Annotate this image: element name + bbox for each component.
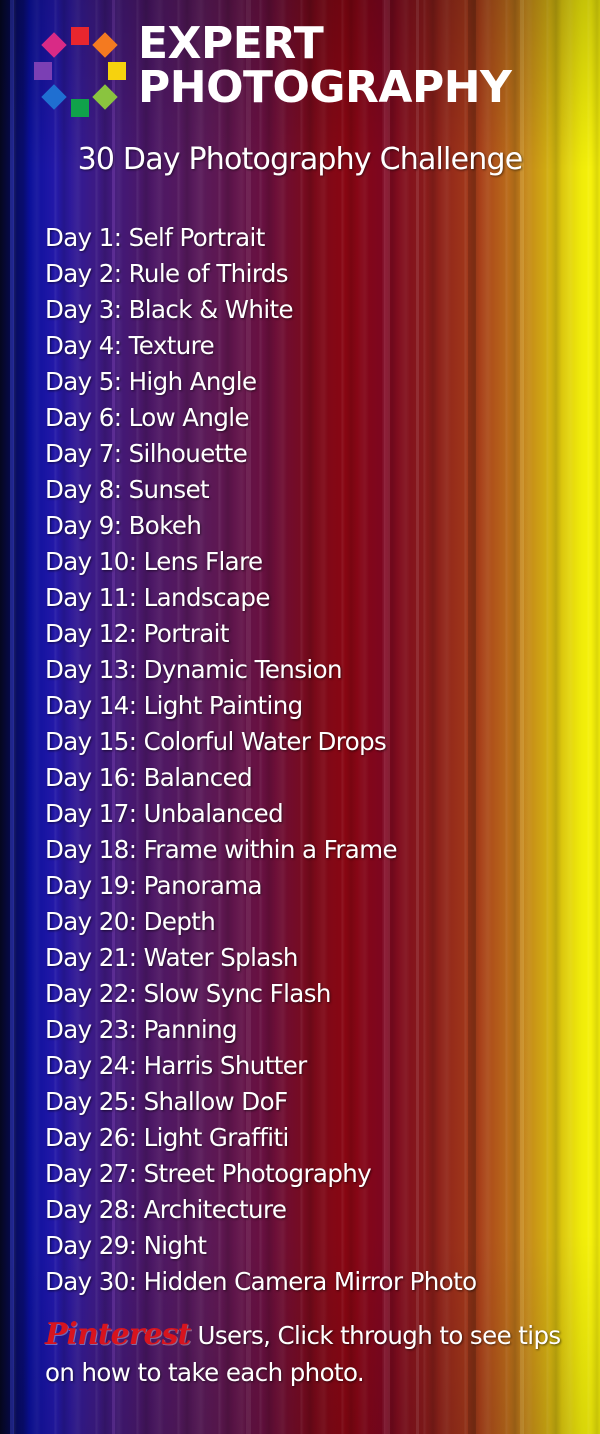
challenge-list: Day 1: Self Portrait Day 2: Rule of Third…: [45, 220, 477, 1300]
logo-square: [34, 62, 52, 80]
logo-square: [71, 99, 89, 117]
challenge-day-item: Day 1: Self Portrait: [45, 223, 265, 252]
challenge-day-item: Day 22: Slow Sync Flash: [45, 979, 331, 1008]
logo-square: [41, 84, 67, 110]
footer-note: Pinterest Users, Click through to see ti…: [45, 1316, 565, 1391]
challenge-day-item: Day 27: Street Photography: [45, 1159, 372, 1188]
challenge-day-item: Day 19: Panorama: [45, 871, 263, 900]
challenge-day-item: Day 14: Light Painting: [45, 691, 303, 720]
brand-line-2: PHOTOGRAPHY: [138, 62, 512, 113]
challenge-day-item: Day 15: Colorful Water Drops: [45, 727, 387, 756]
challenge-day-item: Day 12: Portrait: [45, 619, 229, 648]
challenge-day-item: Day 4: Texture: [45, 331, 215, 360]
challenge-day-item: Day 10: Lens Flare: [45, 547, 263, 576]
page-title: 30 Day Photography Challenge: [77, 142, 524, 177]
challenge-day-item: Day 30: Hidden Camera Mirror Photo: [45, 1267, 477, 1296]
challenge-day-item: Day 28: Architecture: [45, 1195, 287, 1224]
logo-square: [108, 62, 126, 80]
logo-square: [92, 84, 118, 110]
pinterest-logo[interactable]: Pinterest: [45, 1317, 191, 1352]
challenge-day-item: Day 25: Shallow DoF: [45, 1087, 288, 1116]
challenge-day-item: Day 29: Night: [45, 1231, 207, 1260]
challenge-day-item: Day 5: High Angle: [45, 367, 257, 396]
challenge-day-item: Day 6: Low Angle: [45, 403, 250, 432]
challenge-day-item: Day 7: Silhouette: [45, 439, 248, 468]
background-streak: [520, 0, 524, 1434]
challenge-day-item: Day 18: Frame within a Frame: [45, 835, 398, 864]
challenge-day-item: Day 20: Depth: [45, 907, 216, 936]
challenge-day-item: Day 9: Bokeh: [45, 511, 202, 540]
challenge-day-item: Day 13: Dynamic Tension: [45, 655, 343, 684]
logo-square: [71, 27, 89, 45]
challenge-day-item: Day 16: Balanced: [45, 763, 253, 792]
background-streak: [10, 0, 14, 1434]
brand-name: EXPERT PHOTOGRAPHY: [138, 18, 512, 113]
challenge-day-item: Day 21: Water Splash: [45, 943, 298, 972]
logo-square: [41, 32, 67, 58]
challenge-day-item: Day 24: Harris Shutter: [45, 1051, 307, 1080]
challenge-day-item: Day 23: Panning: [45, 1015, 238, 1044]
challenge-day-item: Day 26: Light Graffiti: [45, 1123, 289, 1152]
challenge-day-item: Day 17: Unbalanced: [45, 799, 284, 828]
challenge-day-item: Day 2: Rule of Thirds: [45, 259, 289, 288]
expert-photography-logo-icon: [34, 27, 126, 117]
challenge-day-item: Day 8: Sunset: [45, 475, 210, 504]
logo-square: [92, 32, 118, 58]
challenge-day-item: Day 3: Black & White: [45, 295, 294, 324]
brand-line-1: EXPERT: [138, 18, 324, 69]
challenge-day-item: Day 11: Landscape: [45, 583, 270, 612]
